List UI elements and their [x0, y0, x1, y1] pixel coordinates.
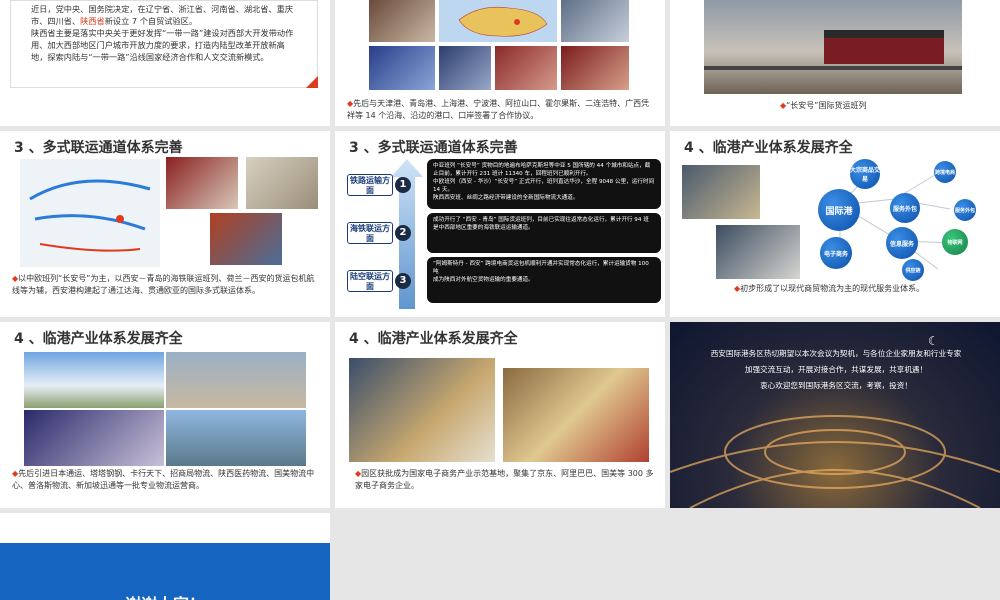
photo-ceremony-4 [561, 46, 629, 90]
photo-ceremony-2 [439, 46, 491, 90]
slide-industry-services[interactable]: 4 、临港产业体系发展齐全 国际港 大宗商品交易 服务外包 电子商务 信息服务 … [670, 131, 1000, 317]
node-satellite-2[interactable]: 服务外包 [954, 199, 976, 221]
photo-signing-ceremony [24, 410, 164, 466]
map-image [439, 0, 557, 42]
node-satellite-4[interactable]: 供应链 [902, 259, 924, 281]
photo-ceremony-1 [369, 46, 435, 90]
multimodal-caption: ◆以中欧班列“长安号”为主，以西安－青岛的海铁联运班列、荷兰－西安的货运包机航线… [12, 274, 315, 295]
thanks-text: 谢谢大家！ [0, 591, 330, 600]
photo-trucks [246, 157, 318, 209]
invitation-line-3: 衷心欢迎您到国际港务区交流，考察，投资！ [760, 381, 912, 390]
node-satellite-1[interactable]: 跨境电商 [934, 161, 956, 183]
slide-text-panel: 近日，党中央、国务院决定，在辽宁省、浙江省、河南省、湖北省、重庆市、四川省、陕西… [10, 0, 318, 88]
node-commodity-trade[interactable]: 大宗商品交易 [850, 159, 880, 189]
slide-invitation[interactable]: ☾ 西安国际港务区热切期望以本次会议为契机，与各位企业家朋友和行业专家 加强交流… [670, 322, 1000, 508]
photo-warehouse-worker [682, 165, 760, 219]
slide-title: 3 、多式联运通道体系完善 [14, 140, 183, 156]
red-corner-decor [306, 76, 318, 88]
step-label: 陆空联运方面 [347, 270, 393, 292]
slide-title: 4 、临港产业体系发展齐全 [14, 331, 183, 347]
photo-logistics-building [24, 352, 164, 408]
photo-signing-1 [369, 0, 435, 42]
train-icon [704, 30, 962, 70]
slide-thanks[interactable]: 谢谢大家！ [0, 513, 330, 600]
ecommerce-caption: ◆园区获批成为国家电子商务产业示范基地，聚集了京东、阿里巴巴、国美等 300 多… [355, 469, 654, 490]
slide-title: 3 、多式联运通道体系完善 [349, 140, 518, 156]
photo-freight-train [166, 157, 238, 209]
invitation-line-2: 加强交流互动，开展对接合作，共谋发展，共享机遇！ [744, 365, 928, 374]
slide-multimodal-2[interactable]: 3 、多式联运通道体系完善 铁路运输方面 1 中亚班列 “长安号” 货物目的地遍… [335, 131, 665, 317]
photo-packing-line [349, 358, 495, 462]
route-map-image [20, 159, 160, 267]
photo-warehouse-aerial [166, 352, 306, 408]
slide-ecommerce[interactable]: 4 、临港产业体系发展齐全 ◆园区获批成为国家电子商务产业示范基地，聚集了京东、… [335, 322, 665, 508]
photo-sorting-center [503, 368, 649, 462]
photo-containers [210, 213, 282, 265]
slide-port-agreements[interactable]: ◆先后与天津港、青岛港、上海港、宁波港、阿拉山口、霍尔果斯、二连浩特、广西凭祥等… [335, 0, 665, 126]
step-number: 1 [395, 177, 411, 193]
moon-icon: ☾ [928, 334, 939, 348]
intro-body: 陕西省主要是落实中央关于更好发挥“一带一路”建设对西部大开发带动作用、加大西部地… [31, 28, 294, 62]
invitation-line-1: 西安国际港务区热切期望以本次会议为契机，与各位企业家朋友和行业专家 [710, 349, 962, 358]
route-map-icon [29, 179, 151, 252]
photo-changan-train [704, 0, 962, 94]
step-text: “阿姆斯特丹 - 西安” 跨境电商货运包机顺利开通并实现常态化运行，累计运输货物… [427, 257, 661, 303]
step-label: 海铁联运方面 [347, 222, 393, 244]
node-satellite-3[interactable]: 物联网 [942, 229, 968, 255]
photo-ceremony-3 [495, 46, 557, 90]
train-caption: ◆“长安号”国际货运班列 [780, 101, 867, 110]
slide-changan-train[interactable]: ◆“长安号”国际货运班列 [670, 0, 1000, 126]
slide-title: 4 、临港产业体系发展齐全 [349, 331, 518, 347]
step-text: 成功开行了 “西安 - 青岛” 国际货运班列，目前已实现往返常态化运行，累计开行… [427, 213, 661, 253]
step-label: 铁路运输方面 [347, 174, 393, 196]
node-outsourcing[interactable]: 服务外包 [890, 193, 920, 223]
node-ecommerce[interactable]: 电子商务 [820, 237, 852, 269]
step-text: 中亚班列 “长安号” 货物目的地遍布哈萨克斯坦等中亚 5 国所辖的 44 个城市… [427, 159, 661, 209]
port-agreements-caption: ◆先后与天津港、青岛港、上海港、宁波港、阿拉山口、霍尔果斯、二连浩特、广西凭祥等… [347, 99, 650, 120]
photo-towers [166, 410, 306, 466]
intro-highlight: 陕西省 [80, 16, 105, 26]
china-map-icon [458, 6, 548, 37]
slide-logistics-operators[interactable]: 4 、临港产业体系发展齐全 ◆先后引进日本通运、塔塔钢钢、卡行天下、招商局物流、… [0, 322, 330, 508]
step-number: 2 [395, 225, 411, 241]
operators-caption: ◆先后引进日本通运、塔塔钢钢、卡行天下、招商局物流、陕西医药物流、国美物流中心、… [12, 469, 315, 490]
photo-factory-line [716, 225, 800, 279]
node-info-services[interactable]: 信息服务 [886, 227, 918, 259]
step-number: 3 [395, 273, 411, 289]
slide-free-trade-zone[interactable]: 近日，党中央、国务院决定，在辽宁省、浙江省、河南省、湖北省、重庆市、四川省、陕西… [0, 0, 330, 126]
intro-text-end: 新设立 7 个自贸试验区。 [104, 16, 198, 26]
slide-multimodal-1[interactable]: 3 、多式联运通道体系完善 ◆以中欧班列“长安号”为主，以西安－青岛的海铁联运班… [0, 131, 330, 317]
node-international-port[interactable]: 国际港 [818, 189, 860, 231]
services-caption: ◆初步形成了以现代商贸物流为主的现代服务业体系。 [734, 284, 925, 293]
photo-signing-2 [561, 0, 629, 42]
